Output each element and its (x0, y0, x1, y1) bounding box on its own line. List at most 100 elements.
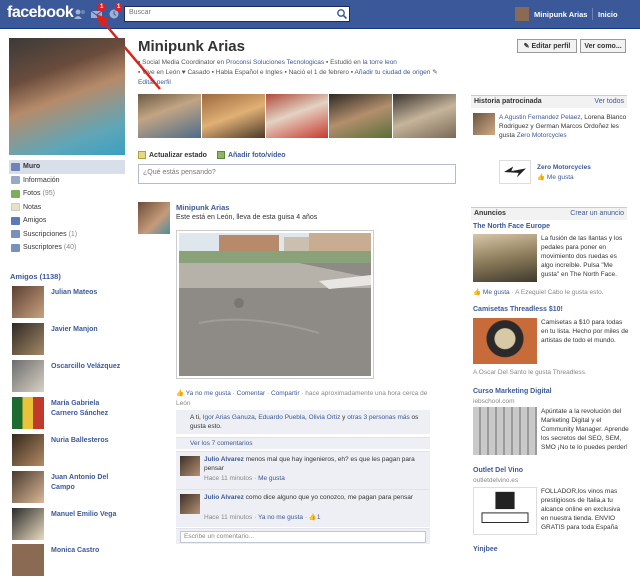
ad-social-text: · A Ezequiel Cabo le gusta esto. (509, 289, 604, 296)
story-author[interactable]: Minipunk Arias (176, 203, 229, 212)
friend-avatar (12, 508, 44, 540)
add-hometown-link[interactable]: Añadir tu ciudad de origen (355, 69, 431, 76)
ad-like-link[interactable]: Me gusta (483, 289, 510, 296)
school-link[interactable]: la torre leon (363, 59, 397, 66)
ad-image[interactable] (473, 318, 537, 364)
friend-name[interactable]: Juan Antonio Del Campo (51, 473, 126, 493)
see-all-link[interactable]: Ver todos (594, 98, 624, 105)
profile-picture[interactable] (9, 38, 125, 155)
friend-name[interactable]: Monica Castro (51, 546, 126, 556)
friend-item[interactable]: Monica Castro (12, 544, 124, 580)
story-avatar[interactable] (138, 202, 170, 234)
comment-input[interactable]: Escribe un comentario... (180, 531, 426, 543)
nav-item-photos[interactable]: Fotos (95) (9, 187, 125, 201)
nav-item-muro[interactable]: Muro (9, 160, 125, 174)
comment-link[interactable]: Comentar (237, 390, 266, 397)
story-photo[interactable] (176, 230, 374, 379)
comment-meta: Hace 11 minutos · Ya no me gusta · 👍1 (204, 514, 321, 521)
nav-item-subscriptions[interactable]: Suscripciones (1) (9, 228, 125, 242)
friend-avatar (12, 360, 44, 392)
view-comments-link[interactable]: Ver los 7 comentarios (176, 437, 430, 449)
ad-image[interactable] (473, 234, 537, 282)
strip-photo[interactable] (329, 94, 393, 138)
top-user-name[interactable]: Minipunk Arias (534, 10, 587, 19)
home-link[interactable]: Inicio (598, 10, 618, 19)
strip-photo[interactable] (265, 94, 329, 138)
friend-item[interactable]: Julian Mateos (12, 286, 124, 322)
search-icon[interactable] (336, 8, 348, 20)
friend-name[interactable]: Nuria Ballesteros (51, 436, 126, 446)
sponsored-header: Historia patrocinada Ver todos (471, 95, 627, 108)
photos-icon (11, 189, 20, 198)
employer-link[interactable]: Proconsi Soluciones Tecnologicas (226, 59, 324, 66)
messages-icon[interactable]: 1 (90, 3, 106, 20)
ad-title[interactable]: Curso Marketing Digital (473, 388, 552, 395)
friend-name[interactable]: Julian Mateos (51, 288, 126, 298)
others-link[interactable]: otras 3 personas más (347, 414, 410, 421)
friend-name[interactable]: Javier Manjon (51, 325, 126, 335)
tab-add-photo[interactable]: Añadir foto/vídeo (216, 149, 286, 161)
ad-image[interactable] (473, 487, 537, 535)
liker-link[interactable]: Igor Arias Ganuza (203, 414, 255, 421)
comment-box: Escribe un comentario... (176, 528, 430, 544)
comment-author[interactable]: Julio Alvarez (204, 494, 244, 501)
comment-avatar[interactable] (180, 494, 200, 514)
comment-unlike-link[interactable]: Ya no me gusta (258, 514, 303, 521)
nav-item-subscribers[interactable]: Suscriptores (40) (9, 241, 125, 255)
friend-name[interactable]: Manuel Emilio Vega (51, 510, 126, 520)
sponsor-avatar[interactable] (473, 113, 495, 135)
friend-avatar (12, 544, 44, 576)
sponsored-page-link[interactable]: Zero Motorcycles (517, 132, 567, 139)
friend-requests-icon[interactable] (73, 8, 87, 20)
friend-item[interactable]: Nuria Ballesteros (12, 434, 124, 470)
create-ad-link[interactable]: Crear un anuncio (570, 210, 624, 217)
edit-profile-link[interactable]: Editar perfil (138, 79, 171, 86)
friend-item[interactable]: Manuel Emilio Vega (12, 508, 124, 544)
comment-author[interactable]: Julio Alvarez (204, 456, 244, 463)
view-as-button[interactable]: Ver como... (580, 39, 626, 53)
nav-item-info[interactable]: Información (9, 174, 125, 188)
ad-image[interactable] (473, 407, 537, 455)
zero-motorcycles-logo[interactable] (499, 160, 531, 184)
unlike-link[interactable]: Ya no me gusta (186, 390, 231, 397)
avatar[interactable] (515, 7, 529, 21)
liker-link[interactable]: Eduardo Puebla (258, 414, 305, 421)
facebook-logo[interactable]: facebook (7, 4, 74, 22)
sponsor-link[interactable]: A Agustin Fernandez Pelaez (499, 114, 581, 121)
sponsored-page-name[interactable]: Zero Motorcycles (537, 163, 591, 172)
strip-photo[interactable] (138, 94, 201, 138)
nav-item-friends[interactable]: Amigos (9, 214, 125, 228)
friend-item[interactable]: Javier Manjon (12, 323, 124, 359)
ad-social: 👍 Me gusta · A Ezequiel Cabo le gusta es… (473, 288, 604, 296)
ad-title[interactable]: Camisetas Threadless $10! (473, 306, 563, 313)
nav-count: (95) (42, 190, 55, 198)
status-input[interactable]: ¿Qué estás pensando? (138, 164, 456, 184)
messages-badge: 1 (98, 3, 106, 11)
ad-title[interactable]: Yinjbee (473, 546, 498, 553)
friends-title[interactable]: Amigos (1138) (10, 272, 61, 281)
nav-item-notes[interactable]: Notas (9, 201, 125, 215)
friend-item[interactable]: María Gabriela Carnero Sánchez (12, 397, 124, 433)
tab-update-status[interactable]: Actualizar estado (138, 149, 207, 161)
comment-avatar[interactable] (180, 456, 200, 476)
friend-item[interactable]: Juan Antonio Del Campo (12, 471, 124, 507)
comment-like-count[interactable]: 1 (317, 514, 321, 521)
search-input[interactable]: Buscar (124, 6, 350, 22)
share-link[interactable]: Compartir (271, 390, 300, 397)
friend-name[interactable]: Oscarcillo Velázquez (51, 362, 126, 372)
sponsored-title: Historia patrocinada (474, 98, 542, 105)
profile-info: ▪ Social Media Coordinator en Proconsi S… (138, 58, 450, 88)
ad-title[interactable]: Outlet Del Vino (473, 467, 523, 474)
friend-item[interactable]: Oscarcillo Velázquez (12, 360, 124, 396)
ad-title[interactable]: The North Face Europe (473, 223, 550, 230)
notifications-icon[interactable]: 1 (107, 3, 123, 20)
ad-domain: iebschool.com (473, 398, 515, 405)
comment-like-link[interactable]: Me gusta (258, 475, 285, 482)
strip-photo[interactable] (201, 94, 265, 138)
comment-meta: Hace 11 minutos · Me gusta (204, 475, 285, 482)
edit-profile-button[interactable]: ✎ Editar perfil (517, 39, 577, 53)
friend-name[interactable]: María Gabriela Carnero Sánchez (51, 399, 126, 419)
liker-link[interactable]: Olivia Ortiz (309, 414, 341, 421)
strip-photo[interactable] (393, 94, 456, 138)
sponsored-like-link[interactable]: 👍 Me gusta (537, 173, 574, 182)
